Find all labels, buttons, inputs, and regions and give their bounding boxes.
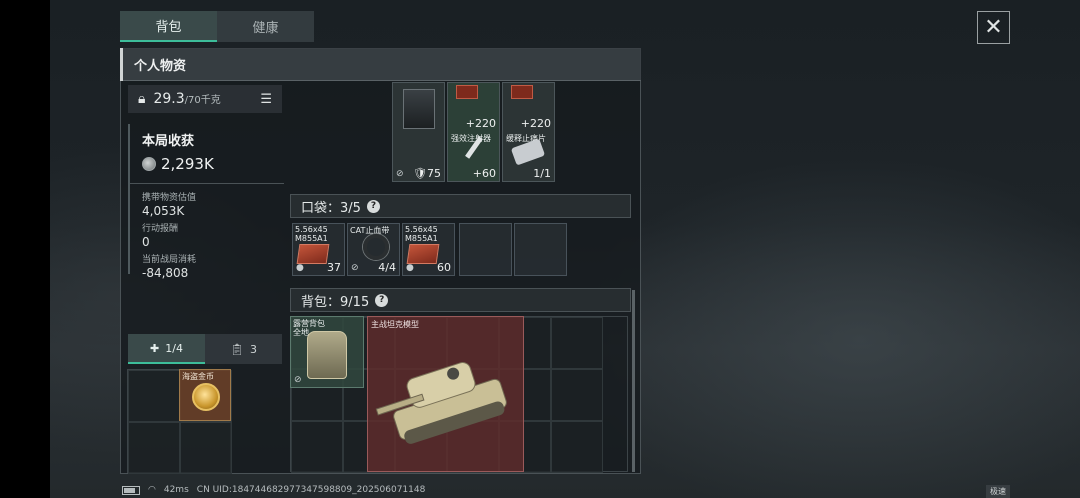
panel-title: 个人物资 [134,58,187,74]
item-camping-backpack[interactable]: 露营背包 全地... ⊘ [290,316,364,388]
item-armor-device[interactable]: ⊘ 🛡︎75 [392,82,445,182]
item-sublabel: M855A1 [295,234,328,243]
pocket-label: 口袋： [301,200,341,216]
grid-slot[interactable] [180,422,232,474]
dot-icon: ● [406,263,414,273]
battery-icon [122,485,140,495]
tab-clipboard-label: 3 [249,342,257,356]
top-tabs: 背包 健康 [120,11,314,42]
ammo-box-icon [296,244,330,264]
clipboard-icon: 📋︎ [230,342,244,356]
grid-slot[interactable] [128,370,180,422]
item-value: 60 [437,261,451,274]
item-sublabel: M855A1 [405,234,438,243]
container-tabs: ✚ 1/4 📋︎ 3 [128,334,282,364]
stat-value: 0 [142,235,150,249]
scrollbar[interactable] [632,290,635,472]
item-pirate-coin[interactable]: 海盗金币 [179,369,231,421]
panel-header: 个人物资 [120,48,641,81]
no-drop-icon: ⊘ [294,375,302,385]
grid-slot[interactable] [551,421,603,473]
weight-indicator: 🔒︎ 29.3/70千克 ☰ [128,85,282,113]
item-value: 37 [327,261,341,274]
grid-slot[interactable] [551,317,603,369]
item-painkiller[interactable]: +220 缓释止痛片 1/1 [502,82,555,182]
stat-label: 当前战局消耗 [142,255,197,265]
close-icon: ✕ [984,15,1003,40]
help-icon[interactable]: ? [366,199,380,213]
stat-label: 行动报酬 [142,224,179,234]
top-value: +220 [520,117,551,130]
item-value: 1/1 [533,167,551,180]
backpack-header: 背包：9/15 ? [290,288,631,312]
backpack-icon [307,331,347,379]
wifi-icon: ◠ [148,485,156,495]
pocket-item-tourniquet[interactable]: CAT止血带 ⊘ 4/4 [347,223,400,276]
speed-badge: 极速 [986,485,1010,498]
header-accent [120,48,123,81]
item-label: 5.56x45 [405,225,438,234]
ammo-box-icon [406,244,440,264]
pocket-item-ammo[interactable]: 5.56x45 M855A1 ● 60 [402,223,455,276]
no-drop-icon: ⊘ [351,263,359,273]
injector-box-icon [456,85,478,99]
tab-medkit[interactable]: ✚ 1/4 [128,334,205,364]
weight-max: /70千克 [184,95,221,106]
weight-icon: 🔒︎ [138,91,146,107]
ping-value: 42ms [163,485,189,495]
tab-medkit-label: 1/4 [165,341,183,355]
pocket-empty-slot[interactable] [514,223,567,276]
stat-value: 4,053K [142,204,185,218]
item-label: 主战坦克模型 [371,320,419,329]
close-button[interactable]: ✕ [977,11,1010,44]
harvest-total: 2,293K [142,155,282,173]
divider [130,183,284,184]
painkiller-box-icon [511,85,533,99]
medkit-icon: ✚ [150,341,160,355]
pocket-header: 口袋：3/5 ? [290,194,631,218]
item-tank-model[interactable]: 主战坦克模型 [367,316,524,472]
stat-label: 携带物资估值 [142,193,197,203]
backpack-count: 9/15 [340,294,370,310]
item-label: 强效注射器 [451,134,491,143]
grid-slot[interactable] [551,369,603,421]
harvest-title: 本局收获 [142,134,195,149]
item-label: 5.56x45 [295,225,328,234]
pocket-item-ammo[interactable]: 5.56x45 M855A1 ● 37 [292,223,345,276]
pocket-count: 3/5 [340,200,361,216]
list-icon[interactable]: ☰ [260,92,272,107]
grid-slot[interactable] [291,421,343,473]
harvest-summary: 本局收获 2,293K 携带物资估值 4,053K 行动报酬 0 当前战局消耗 … [128,124,284,280]
screen-edge [0,0,50,498]
currency-icon [142,157,156,171]
weight-value: 29.3 [153,91,185,107]
backpack-label: 背包： [301,294,341,310]
item-label: 海盗金币 [182,372,214,381]
tab-clipboard[interactable]: 📋︎ 3 [205,334,282,364]
no-drop-icon: ⊘ [396,169,404,179]
tourniquet-icon [363,234,389,260]
top-value: +220 [465,117,496,130]
stat-value: -84,808 [142,266,189,280]
harvest-total-value: 2,293K [161,155,214,173]
grid-slot[interactable] [128,422,180,474]
uid-text: CN UID:18474468297734759880​9_2025060711… [196,485,426,495]
tank-model-icon [375,362,507,444]
gold-coin-icon [192,383,220,411]
pocket-empty-slot[interactable] [459,223,512,276]
tab-backpack[interactable]: 背包 [120,11,217,42]
dot-icon: ● [296,263,304,273]
help-icon[interactable]: ? [375,293,389,307]
item-injector[interactable]: +220 强效注射器 +60 [447,82,500,182]
durability-value: 🛡︎75 [413,167,441,180]
device-icon [403,89,435,129]
item-value: 4/4 [378,261,396,274]
tab-health[interactable]: 健康 [217,11,314,42]
item-value: +60 [472,167,496,180]
status-bar: ◠ 42ms CN UID:18474468297734759880​9_202… [122,483,425,497]
